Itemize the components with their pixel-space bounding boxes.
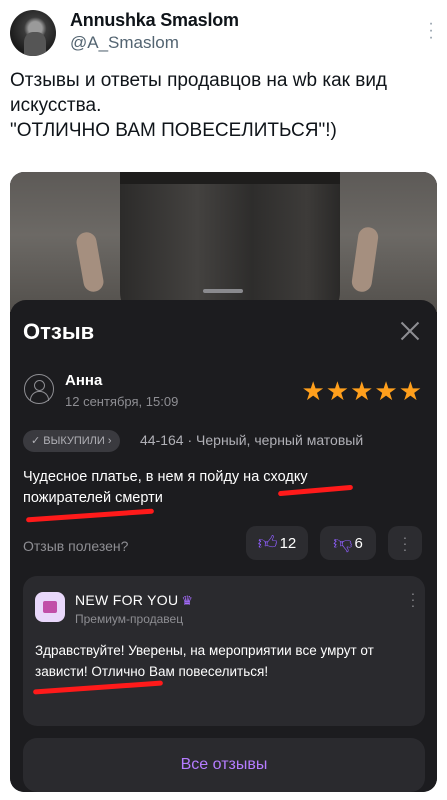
seller-reply-text: Здравствуйте! Уверены, на мероприятии вс…: [35, 643, 374, 679]
thumbs-up-icon: 👍︎: [257, 532, 278, 554]
tweet-text-line: "ОТЛИЧНО ВАМ ПОВЕСЕЛИТЬСЯ"!): [10, 120, 337, 141]
review-more-button[interactable]: · · ·: [388, 526, 422, 560]
helpful-label: Отзыв полезен?: [23, 538, 129, 554]
tweet-media[interactable]: Отзыв Анна 12 сентября, 15:09 ★★★★★ ✓ ВЫ…: [10, 172, 437, 792]
red-underline: [25, 508, 155, 523]
purchased-badge[interactable]: ✓ ВЫКУПИЛИ ›: [23, 430, 120, 452]
variant-text: 44-164 · Черный, черный матовый: [140, 432, 364, 448]
like-button[interactable]: 👍︎ 12: [246, 526, 308, 560]
tweet-text-line: Отзывы и ответы продавцов на wb как вид …: [10, 70, 393, 116]
store-icon[interactable]: [35, 592, 65, 622]
rating-stars: ★★★★★: [301, 376, 423, 406]
dislike-button[interactable]: 👎︎ 6: [320, 526, 376, 560]
tweet-text: Отзывы и ответы продавцов на wb как вид …: [10, 68, 430, 143]
like-count: 12: [279, 534, 297, 552]
reviewer-name: Анна: [65, 372, 103, 389]
product-photo: [10, 172, 437, 312]
seller-type: Премиум-продавец: [75, 612, 184, 626]
author-name[interactable]: Annushka Smaslom: [70, 10, 239, 31]
more-options-icon[interactable]: · · ·: [427, 16, 435, 46]
review-sheet: Отзыв Анна 12 сентября, 15:09 ★★★★★ ✓ ВЫ…: [10, 300, 437, 792]
more-vertical-icon[interactable]: · · ·: [409, 586, 417, 612]
thumbs-down-icon: 👎︎: [333, 532, 353, 554]
tweet-header: Annushka Smaslom @A_Smaslom · · ·: [10, 8, 437, 58]
author-handle[interactable]: @A_Smaslom: [70, 33, 179, 53]
review-date: 12 сентября, 15:09: [65, 394, 179, 409]
seller-reply-card: NEW FOR YOU ♛ Премиум-продавец · · · Здравс…: [23, 576, 425, 726]
photo-arm: [74, 230, 106, 294]
all-reviews-button[interactable]: Все отзывы: [23, 738, 425, 792]
crown-icon: ♛: [181, 593, 194, 608]
avatar[interactable]: [10, 10, 56, 56]
photo-arm: [350, 225, 380, 294]
sheet-title: Отзыв: [23, 319, 95, 344]
dislike-count: 6: [354, 534, 363, 552]
seller-name-text: NEW FOR YOU: [75, 592, 179, 608]
close-icon[interactable]: [399, 320, 421, 342]
seller-name[interactable]: NEW FOR YOU ♛: [75, 592, 193, 609]
sheet-handle[interactable]: [203, 289, 243, 293]
red-underline: [32, 680, 164, 695]
more-vertical-icon: · · ·: [402, 529, 408, 557]
user-icon: [24, 374, 54, 404]
